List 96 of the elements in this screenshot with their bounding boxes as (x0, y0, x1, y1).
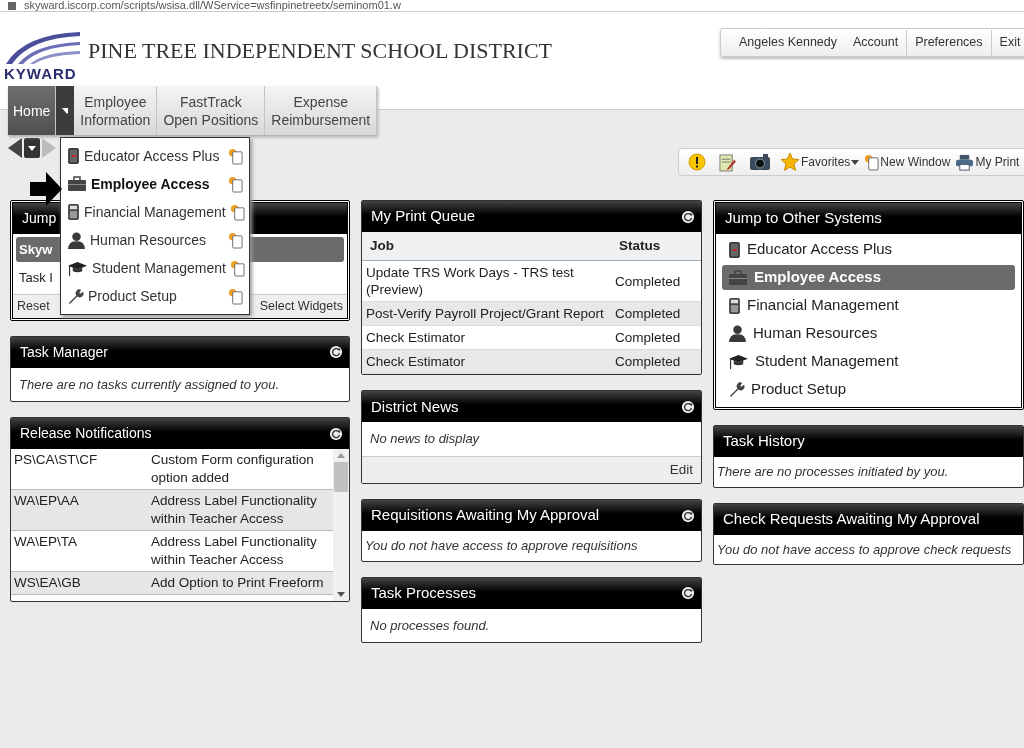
notepad-icon[interactable] (719, 152, 736, 172)
printer-icon (955, 153, 975, 171)
empty-message: No news to display (369, 430, 481, 449)
widget-title: Jump (22, 209, 57, 228)
widget-title: Jump to Other Systems (725, 208, 882, 229)
table-cell: Check Estimator (362, 325, 611, 350)
book-icon (728, 240, 741, 259)
new-window-icon (228, 175, 243, 193)
user-menu-link[interactable]: Exit (991, 33, 1024, 52)
scroll-thumb[interactable] (334, 462, 348, 493)
system-link[interactable]: Product Setup (722, 377, 1015, 402)
table-cell-text: WA\EP\TA (13, 533, 78, 552)
widget-title: My Print Queue (371, 206, 476, 227)
nav-tab[interactable]: Employee Information (74, 86, 158, 135)
table-cell: Completed (611, 301, 701, 326)
caret-icon (851, 159, 860, 165)
page-icon (8, 1, 16, 10)
toolbar-button[interactable]: Favorites (780, 152, 860, 172)
table-cell-text: Address Label Functionality within Teacher Access (151, 533, 318, 570)
scrollbar[interactable] (333, 449, 349, 602)
back-arrow-icon[interactable] (8, 138, 22, 158)
system-link[interactable]: Employee Access (722, 265, 1015, 290)
new-window-icon (229, 259, 245, 277)
empty-message: There are no processes initiated by you. (716, 463, 950, 481)
table-cell: Check Estimator (362, 349, 611, 374)
empty-message: No processes found. (369, 616, 491, 635)
menu-item[interactable]: Student Management (61, 254, 249, 282)
menu-item[interactable]: Human Resources (61, 226, 249, 254)
nav-tab[interactable]: Home (8, 86, 57, 135)
user-menu-link[interactable]: Account (845, 33, 907, 52)
widget-title: Task Manager (20, 342, 108, 362)
graduation-cap-icon (728, 353, 749, 370)
widget-title: Release Notifications (20, 424, 152, 444)
new-window-icon (228, 287, 243, 305)
empty-message: You do not have access to approve requisitions (364, 537, 639, 555)
system-link[interactable]: Human Resources (722, 321, 1015, 346)
wrench-icon (67, 287, 84, 305)
district-name: PINE TREE INDEPENDENT SCHOOL DISTRICT (88, 37, 553, 65)
table-cell: Completed (611, 260, 701, 302)
table-cell-text: Address Label Functionality within Teacher Access (151, 492, 318, 529)
system-link[interactable]: Student Management (722, 349, 1015, 374)
briefcase-icon (67, 176, 87, 192)
table-cell: Update TRS Work Days - TRS test (Preview) (362, 260, 611, 302)
empty-message: You do not have access to approve check requests (716, 540, 1013, 559)
toolbar-button[interactable]: New Window (864, 153, 951, 171)
calculator-icon (67, 203, 80, 221)
dropdown-button-icon[interactable] (24, 138, 40, 158)
widget-title: Requisitions Awaiting My Approval (371, 505, 600, 526)
star-icon (780, 152, 800, 172)
empty-message: There are no tasks currently assigned to you. (18, 375, 281, 394)
table-cell-text: WS\EA\GB (13, 574, 82, 593)
menu-item[interactable]: Employee Access (61, 170, 249, 198)
nav-tab[interactable]: FastTrack Open Positions (157, 86, 266, 135)
table-cell: Completed (611, 325, 701, 350)
new-window-icon (864, 153, 880, 171)
table-cell-text: Custom Form configuration option added (151, 451, 315, 488)
table-cell-text: WA\EP\AA (13, 492, 80, 511)
person-icon (67, 231, 86, 249)
column-header: Job (362, 232, 611, 261)
menu-item[interactable]: Financial Management (61, 198, 249, 226)
new-window-icon (229, 203, 245, 221)
system-link[interactable]: Financial Management (722, 293, 1015, 318)
widget-title: Task Processes (371, 582, 477, 603)
alert-icon[interactable] (688, 153, 706, 171)
book-icon (67, 147, 80, 165)
footer-link[interactable]: Select Widgets (259, 297, 343, 316)
widget-title: Check Requests Awaiting My Approval (723, 508, 980, 529)
menu-item[interactable]: Product Setup (61, 282, 249, 310)
table-cell-text: PS\CA\ST\CF (13, 451, 99, 470)
table-cell-text: Add Option to Print Freeform (151, 574, 325, 593)
toolbar-button[interactable]: My Print (955, 153, 1020, 171)
user-menu-link[interactable]: Angeles Kennedy (731, 33, 845, 52)
wrench-icon (728, 381, 745, 398)
menu-item[interactable]: Educator Access Plus (61, 142, 249, 170)
footer-link[interactable]: Reset (17, 297, 50, 316)
table-cell: Completed (611, 349, 701, 374)
scroll-down-icon[interactable] (337, 592, 345, 598)
camera-icon[interactable] (749, 153, 771, 171)
system-link[interactable]: Educator Access Plus (722, 237, 1015, 262)
edit-link[interactable]: Edit (669, 459, 693, 480)
widget-title: District News (371, 396, 459, 417)
person-icon (728, 325, 747, 342)
graduation-cap-icon (67, 259, 88, 277)
briefcase-icon (728, 269, 748, 286)
nav-tab[interactable]: Expense Reimbursement (265, 86, 378, 135)
calculator-icon (728, 296, 741, 315)
table-cell: Post-Verify Payroll Project/Grant Report (362, 301, 611, 326)
user-menu-link[interactable]: Preferences (907, 33, 991, 52)
widget-title: Task History (723, 431, 805, 452)
new-window-icon (228, 231, 243, 249)
logo-text: KYWARD (4, 66, 77, 81)
new-window-icon (228, 147, 243, 165)
logo-swoosh-icon (4, 30, 80, 64)
column-header: Status (611, 232, 701, 261)
menu-caret-button[interactable] (56, 86, 75, 135)
caret-icon (62, 107, 69, 114)
